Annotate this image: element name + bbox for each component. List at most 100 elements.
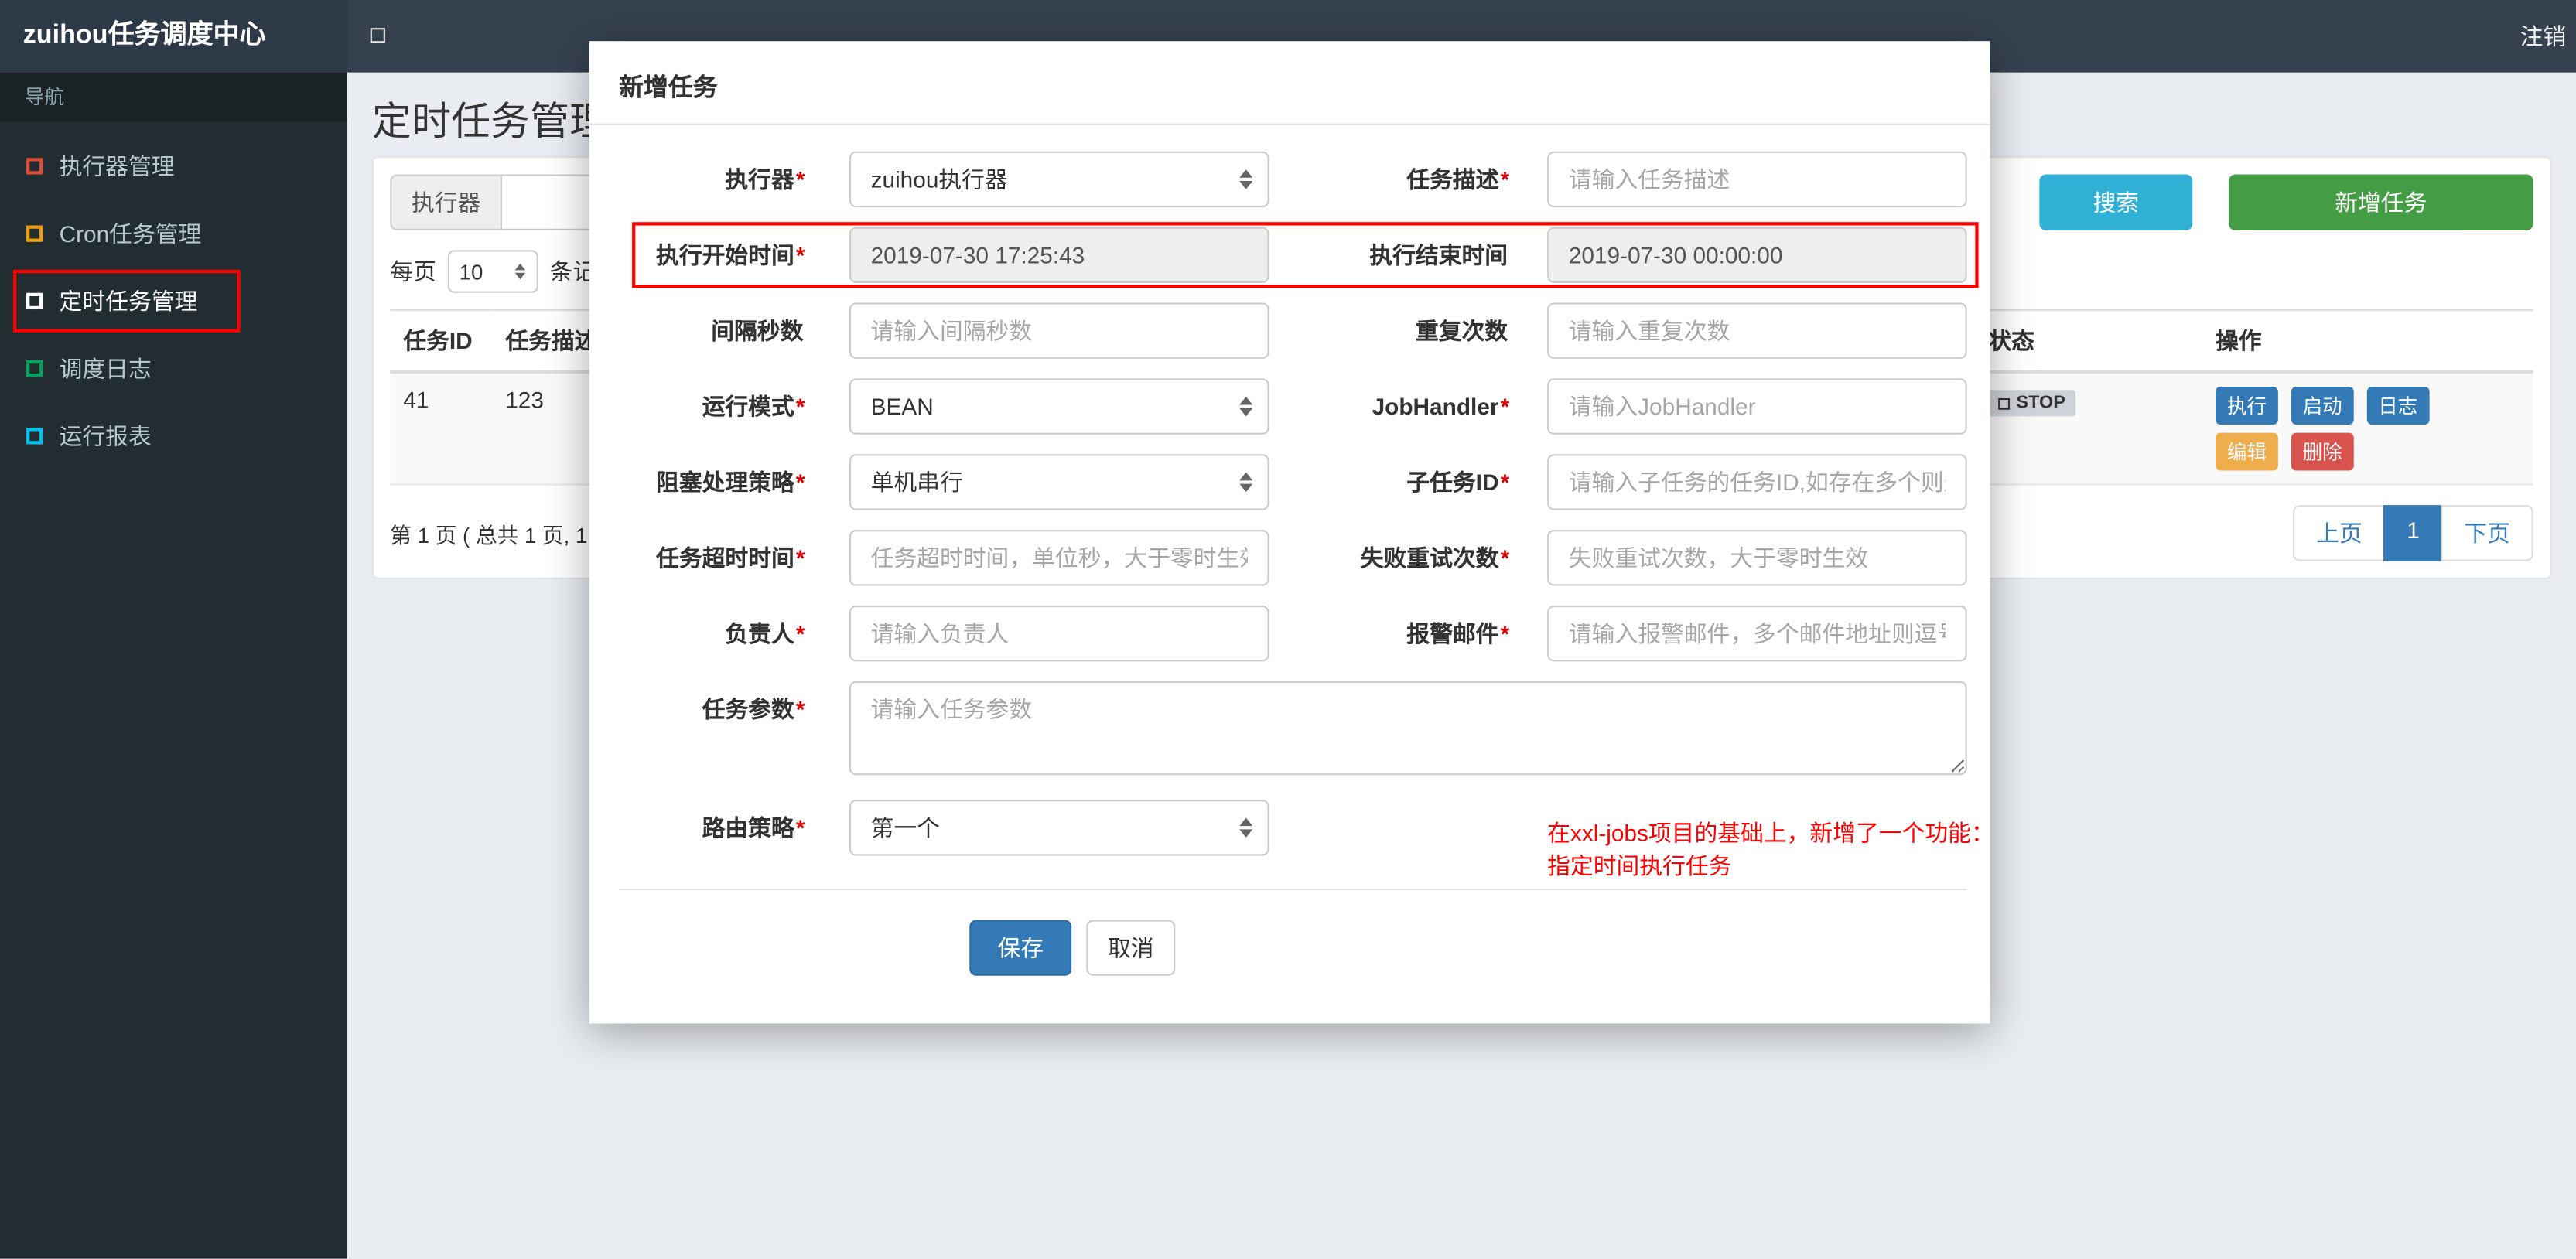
sidebar-item-label: 运行报表 — [59, 421, 152, 449]
jobhandler-input[interactable] — [1547, 378, 1967, 435]
interval-label: 间隔秒数 — [616, 303, 805, 359]
field-label-text: 运行模式 — [702, 393, 794, 420]
repeat-input[interactable] — [1547, 302, 1967, 359]
select-arrows-icon — [1239, 817, 1253, 838]
executor-select-value: zuihou执行器 — [870, 165, 1008, 193]
alarm-email-input[interactable] — [1547, 606, 1967, 662]
sidebar-item-dispatch-log[interactable]: 调度日志 — [0, 334, 347, 401]
sidebar-nav-label: 导航 — [0, 72, 347, 122]
form-row-8: 任务参数 * — [589, 681, 1990, 776]
col-header-task-id[interactable]: 任务ID — [390, 310, 493, 374]
field-label-text: 执行开始时间 — [656, 241, 794, 268]
app-brand[interactable]: zuihou任务调度中心 — [0, 0, 347, 73]
field-label-text: 失败重试次数 — [1360, 544, 1499, 571]
sidebar-item-label: 执行器管理 — [59, 152, 175, 179]
form-row-5: 阻塞处理策略 * 单机串行 子任务ID * — [589, 454, 1990, 510]
executor-label: 执行器 * — [616, 152, 805, 207]
block-strategy-select-value: 单机串行 — [870, 469, 963, 496]
timeout-input[interactable] — [849, 530, 1269, 586]
sidebar-menu: 执行器管理 Cron任务管理 定时任务管理 调度日志 运行报表 — [0, 131, 347, 469]
jobhandler-label: JobHandler * — [1320, 378, 1510, 434]
search-button[interactable]: 搜索 — [2039, 174, 2193, 230]
field-label-text: 执行结束时间 — [1369, 241, 1508, 268]
sidebar-item-label: 定时任务管理 — [59, 287, 198, 314]
cancel-button[interactable]: 取消 — [1086, 920, 1176, 976]
required-asterisk: * — [795, 393, 805, 420]
run-button[interactable]: 执行 — [2216, 387, 2278, 425]
select-arrows-icon — [514, 263, 526, 280]
field-label-text: 重复次数 — [1415, 317, 1508, 344]
run-mode-label: 运行模式 * — [616, 378, 805, 434]
sidebar-item-label: Cron任务管理 — [59, 220, 202, 247]
required-asterisk: * — [795, 814, 805, 841]
params-label: 任务参数 * — [616, 681, 805, 737]
run-mode-select-value: BEAN — [870, 393, 934, 420]
required-asterisk: * — [1500, 544, 1510, 571]
required-asterisk: * — [1500, 620, 1510, 647]
col-header-actions: 操作 — [2202, 310, 2533, 374]
block-strategy-label: 阻塞处理策略 * — [616, 454, 805, 510]
sidebar-toggle-icon[interactable] — [370, 28, 385, 43]
pagination-page-1[interactable]: 1 — [2383, 505, 2443, 561]
col-header-status: 状态 — [1975, 310, 2202, 374]
start-time-input[interactable] — [849, 227, 1269, 283]
status-badge-text: STOP — [2016, 393, 2065, 414]
params-textarea[interactable] — [849, 681, 1967, 776]
retry-input[interactable] — [1547, 530, 1967, 586]
stop-icon — [1998, 397, 2011, 409]
retry-label: 失败重试次数 * — [1320, 530, 1509, 585]
field-label-text: 阻塞处理策略 — [656, 469, 794, 496]
brand-title: zuihou任务调度中心 — [22, 21, 266, 49]
child-task-input[interactable] — [1547, 454, 1967, 510]
action-line-1: 执行 启动 日志 — [2216, 387, 2520, 425]
start-button[interactable]: 启动 — [2291, 387, 2354, 425]
form-row-7: 负责人* 报警邮件* — [589, 606, 1990, 662]
task-desc-label: 任务描述 * — [1320, 152, 1509, 207]
per-page-value: 10 — [459, 259, 483, 285]
cell-task-id: 41 — [390, 371, 493, 486]
sidebar-item-timed-task-manage[interactable]: 定时任务管理 — [0, 267, 347, 334]
feature-note-line1: 在xxl-jobs项目的基础上，新增了一个功能： — [1547, 819, 1994, 846]
required-asterisk: * — [1500, 469, 1510, 496]
field-label-text: 任务参数 — [702, 696, 794, 723]
run-mode-select[interactable]: BEAN — [849, 378, 1269, 435]
select-arrows-icon — [1239, 169, 1253, 189]
form-row-6: 任务超时时间* 失败重试次数* — [589, 530, 1990, 586]
field-label-text: 子任务ID — [1406, 469, 1499, 496]
edit-button[interactable]: 编辑 — [2216, 432, 2278, 471]
feature-note: 在xxl-jobs项目的基础上，新增了一个功能： 指定时间执行任务 — [1547, 816, 1994, 882]
executor-select[interactable]: zuihou执行器 — [849, 151, 1269, 208]
pagination-prev[interactable]: 上页 — [2293, 505, 2386, 561]
per-page-select[interactable]: 10 — [447, 250, 538, 293]
child-task-label: 子任务ID * — [1320, 454, 1509, 510]
sidebar-item-run-report[interactable]: 运行报表 — [0, 401, 347, 469]
required-asterisk: * — [795, 241, 805, 268]
end-time-input[interactable] — [1547, 227, 1967, 283]
logout-link[interactable]: 注销 — [2500, 0, 2576, 73]
app-root: zuihou任务调度中心 注销 导航 执行器管理 Cron任务管理 定时任务管理… — [0, 0, 2576, 1259]
cell-status: STOP — [1975, 371, 2202, 486]
add-task-button[interactable]: 新增任务 — [2229, 174, 2533, 230]
owner-input[interactable] — [849, 606, 1269, 662]
sidebar-item-executor-manage[interactable]: 执行器管理 — [0, 131, 347, 199]
required-asterisk: * — [795, 469, 805, 496]
sidebar-item-cron-task-manage[interactable]: Cron任务管理 — [0, 199, 347, 266]
delete-button[interactable]: 删除 — [2291, 432, 2354, 471]
square-icon — [26, 157, 43, 174]
route-strategy-select[interactable]: 第一个 — [849, 800, 1269, 856]
required-asterisk: * — [795, 165, 805, 193]
required-asterisk: * — [795, 544, 805, 571]
block-strategy-select[interactable]: 单机串行 — [849, 454, 1269, 510]
required-asterisk: * — [795, 620, 805, 647]
modal-title: 新增任务 — [589, 41, 1990, 125]
form-row-2: 执行开始时间* 执行结束时间 — [589, 227, 1990, 283]
select-arrows-icon — [1239, 396, 1253, 417]
field-label-text: 间隔秒数 — [711, 317, 804, 344]
square-icon — [26, 427, 43, 444]
interval-input[interactable] — [849, 302, 1269, 359]
pagination-next[interactable]: 下页 — [2441, 505, 2533, 561]
log-button[interactable]: 日志 — [2366, 387, 2430, 425]
save-button[interactable]: 保存 — [969, 920, 1072, 976]
task-desc-input[interactable] — [1547, 151, 1967, 208]
field-label-text: 报警邮件 — [1406, 620, 1499, 647]
